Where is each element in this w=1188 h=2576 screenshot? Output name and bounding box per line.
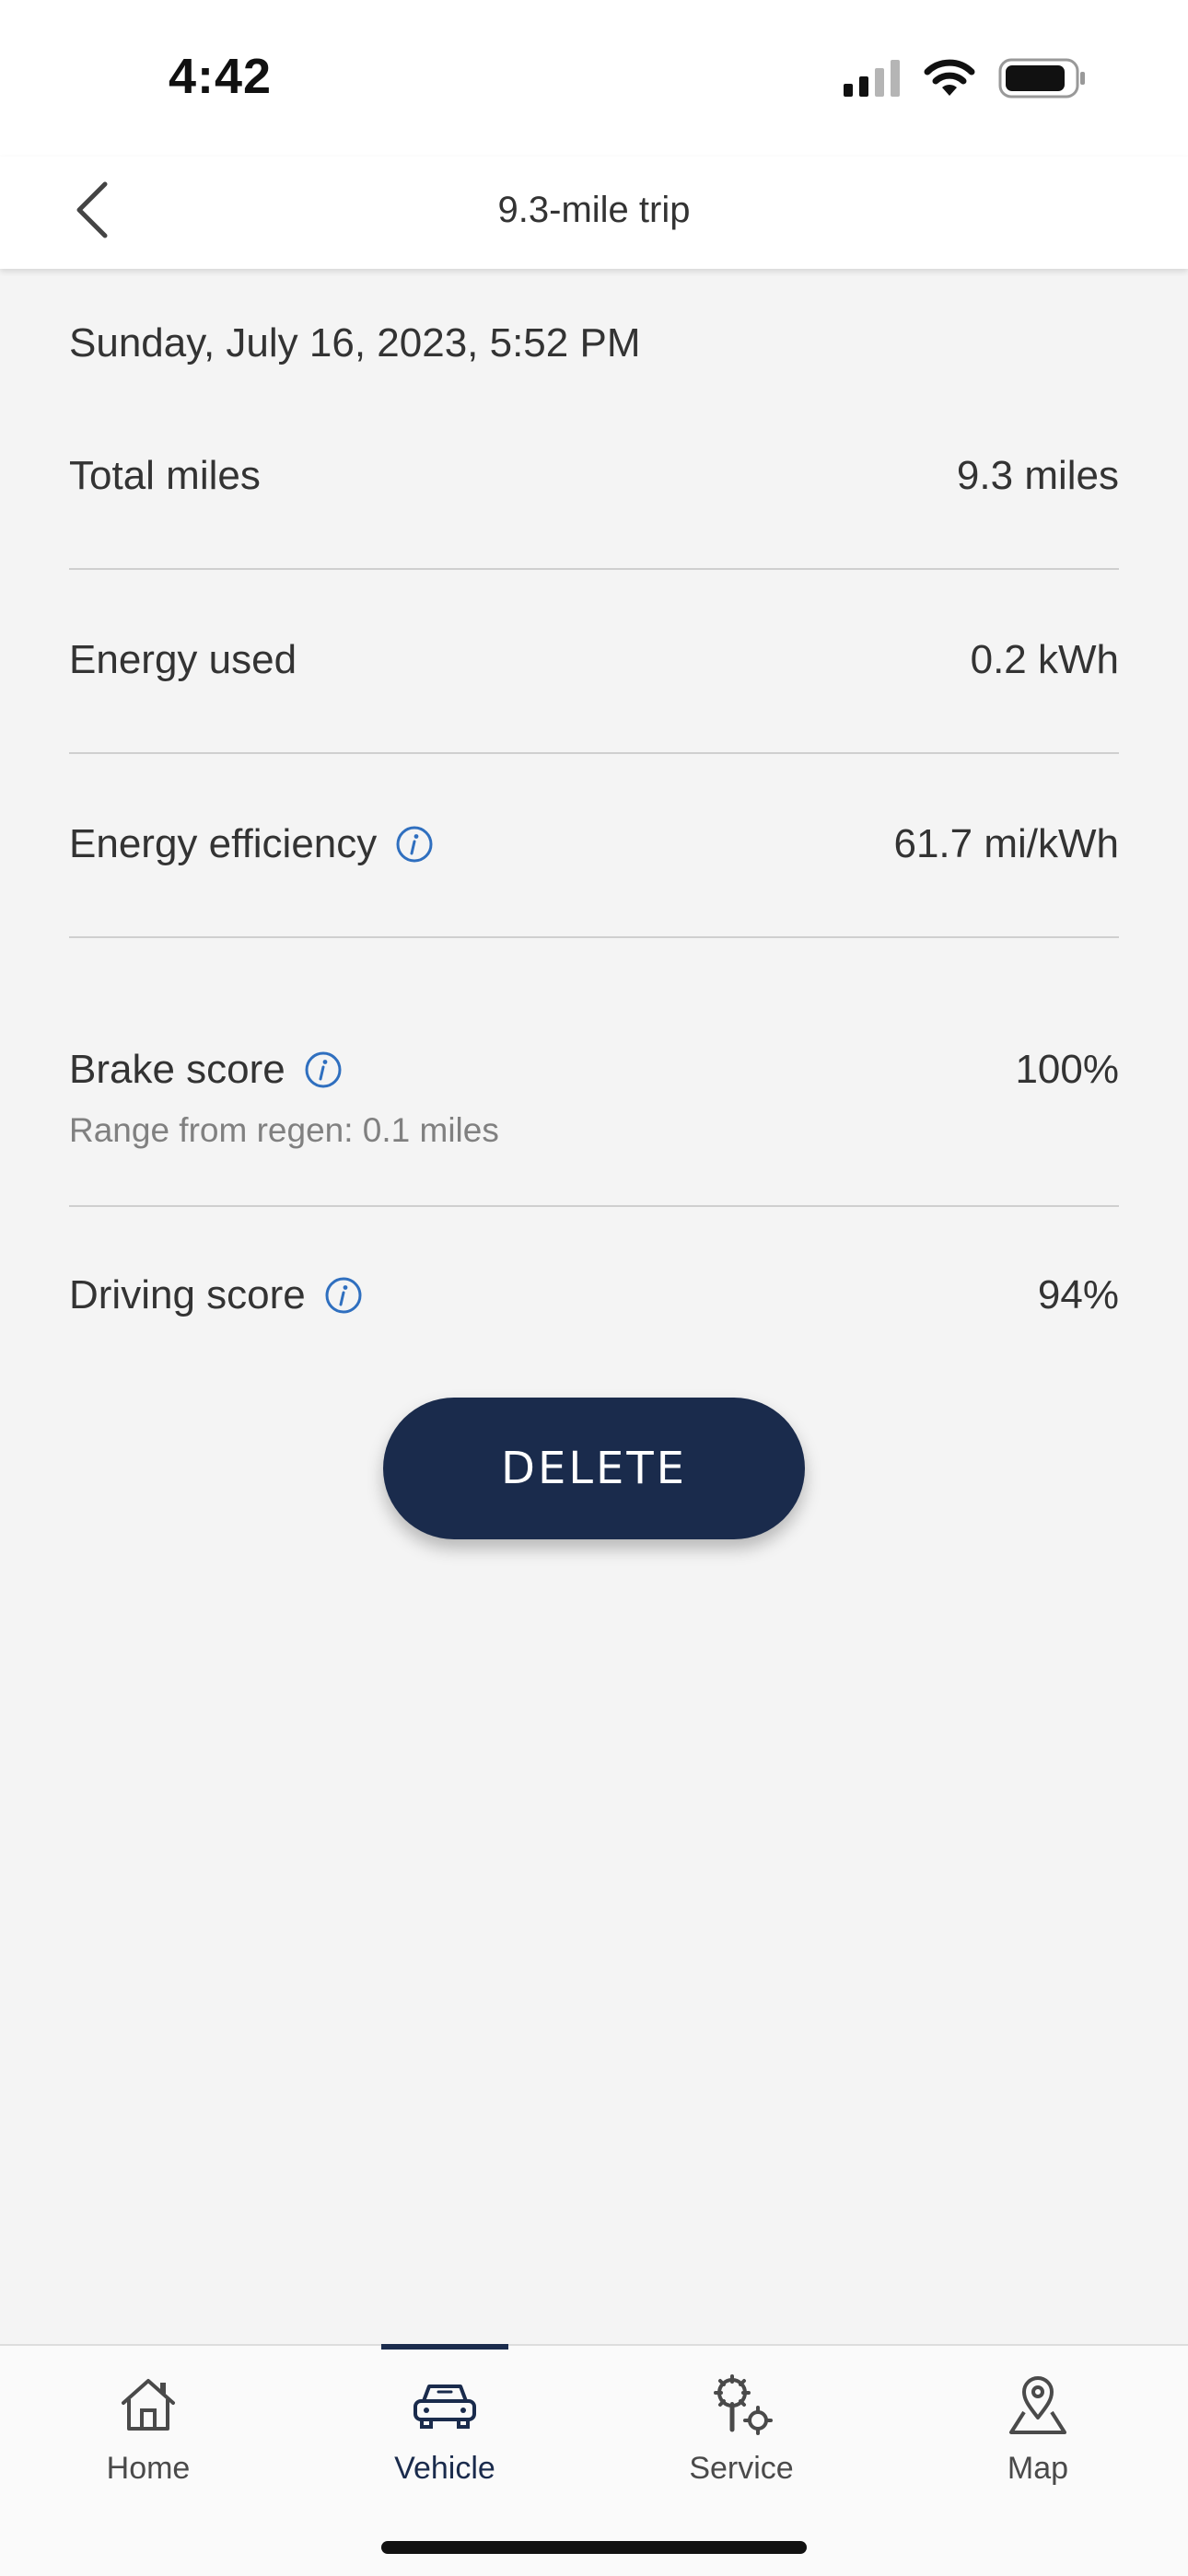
energy-used-value: 0.2 kWh	[970, 637, 1119, 682]
brake-score-value: 100%	[1015, 1047, 1119, 1092]
tab-home[interactable]: Home	[0, 2346, 297, 2530]
wifi-icon	[923, 59, 976, 102]
header: 9.3-mile trip	[0, 157, 1188, 269]
home-indicator	[381, 2541, 807, 2554]
divider	[69, 1205, 1119, 1207]
brake-score-label: Brake score	[69, 1047, 343, 1093]
status-bar: 4:42	[0, 0, 1188, 157]
divider	[69, 752, 1119, 754]
status-time: 4:42	[169, 49, 273, 104]
tab-map[interactable]: Map	[890, 2346, 1186, 2530]
tab-label: Home	[106, 2451, 191, 2486]
brake-score-regen-range: Range from regen: 0.1 miles	[69, 1111, 499, 1149]
tab-label: Map	[1007, 2451, 1069, 2486]
driving-score-info-icon[interactable]	[324, 1276, 363, 1315]
divider	[69, 568, 1119, 570]
tab-label: Service	[689, 2451, 794, 2486]
energy-efficiency-label: Energy efficiency	[69, 821, 434, 867]
tab-label: Vehicle	[394, 2451, 495, 2486]
cellular-signal-icon	[844, 59, 901, 101]
total-miles-value: 9.3 miles	[956, 453, 1119, 498]
energy-efficiency-info-icon[interactable]	[395, 825, 434, 864]
service-icon	[705, 2368, 778, 2442]
divider	[69, 936, 1119, 938]
tab-vehicle[interactable]: Vehicle	[297, 2346, 593, 2530]
battery-icon	[998, 58, 1087, 103]
energy-efficiency-value: 61.7 mi/kWh	[893, 821, 1119, 866]
status-icons	[844, 57, 1087, 103]
car-icon	[408, 2368, 482, 2442]
map-pin-icon	[1001, 2368, 1075, 2442]
home-icon	[111, 2368, 185, 2442]
page-title: 9.3-mile trip	[497, 190, 691, 230]
driving-score-value: 94%	[1037, 1272, 1119, 1317]
energy-used-label: Energy used	[69, 637, 297, 682]
driving-score-label: Driving score	[69, 1272, 363, 1318]
trip-date: Sunday, July 16, 2023, 5:52 PM	[69, 320, 641, 366]
delete-button[interactable]: DELETE	[383, 1398, 805, 1539]
brake-score-info-icon[interactable]	[304, 1050, 343, 1089]
total-miles-label: Total miles	[69, 453, 261, 498]
tab-service[interactable]: Service	[593, 2346, 890, 2530]
